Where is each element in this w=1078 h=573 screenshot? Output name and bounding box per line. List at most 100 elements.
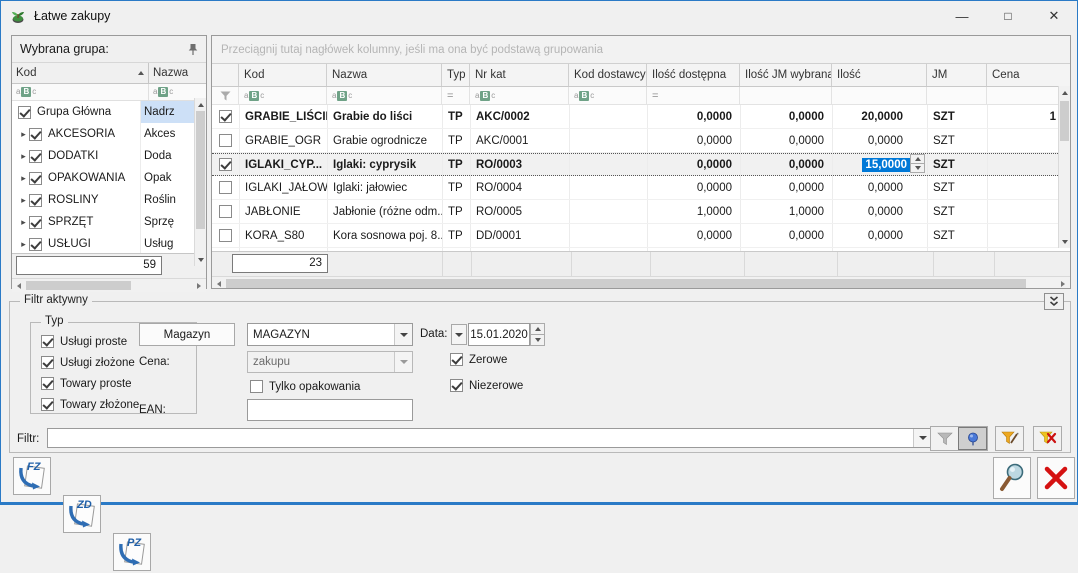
tree-row[interactable]: ▸OPAKOWANIAOpak: [12, 167, 206, 189]
table-row[interactable]: IGLAKI_CYP...Iglaki: cyprysikTPRO/00030,…: [212, 153, 1070, 176]
tree-checkbox[interactable]: [29, 150, 42, 163]
tree-row[interactable]: ▸DODATKIDoda: [12, 145, 206, 167]
row-select-cell[interactable]: [212, 200, 240, 223]
pin-filter-button[interactable]: [958, 427, 987, 450]
tree-checkbox[interactable]: [29, 194, 42, 207]
funnel-button[interactable]: [931, 427, 958, 450]
quantity-spinner[interactable]: [910, 154, 925, 173]
tree-row[interactable]: ▸AKCESORIAAkces: [12, 123, 206, 145]
date-dropdown-button[interactable]: [451, 324, 467, 345]
scroll-up-icon[interactable]: [195, 98, 206, 111]
row-checkbox[interactable]: [219, 205, 232, 218]
scroll-up-icon[interactable]: [1059, 86, 1070, 99]
clear-filter-button[interactable]: [1033, 426, 1062, 451]
column-header-dostawca[interactable]: Kod dostawcy: [569, 64, 647, 86]
scroll-left-icon[interactable]: [12, 279, 26, 292]
column-header-kod[interactable]: Kod: [12, 63, 149, 83]
spinner-up-icon[interactable]: [530, 323, 545, 335]
filter-cell-jm[interactable]: [927, 87, 987, 104]
tree-checkbox[interactable]: [29, 216, 42, 229]
checkbox-towary-zlozone[interactable]: Towary złożone: [41, 398, 139, 411]
cena-select[interactable]: zakupu: [247, 351, 413, 373]
grid-hscrollbar[interactable]: [212, 276, 1070, 289]
tree-row[interactable]: ▸SPRZĘTSprzę: [12, 211, 206, 233]
filter-cell-kod[interactable]: aBc: [239, 87, 327, 104]
scrollbar-thumb[interactable]: [26, 281, 131, 290]
checkbox-uslugi-zlozone[interactable]: Usługi złożone: [41, 356, 139, 369]
table-row[interactable]: GRABIE_OGRGrabie ogrodniczeTPAKC/00010,0…: [212, 129, 1070, 153]
tree-checkbox[interactable]: [29, 172, 42, 185]
checkbox[interactable]: [41, 356, 54, 369]
checkbox-towary-proste[interactable]: Towary proste: [41, 377, 139, 390]
column-header-dostepna[interactable]: Ilość dostępna: [647, 64, 740, 86]
collapse-filter-button[interactable]: [1044, 293, 1064, 310]
row-checkbox[interactable]: [219, 229, 232, 242]
checkbox[interactable]: [41, 335, 54, 348]
checkbox[interactable]: [41, 377, 54, 390]
row-checkbox[interactable]: [219, 158, 232, 171]
quantity-editor[interactable]: 15,0000: [862, 158, 910, 172]
close-action-button[interactable]: [1037, 457, 1075, 499]
spinner-down-icon[interactable]: [910, 164, 925, 173]
scroll-down-icon[interactable]: [1059, 235, 1070, 248]
table-row[interactable]: KORA_S80Kora sosnowa poj. 8...TPDD/00010…: [212, 224, 1070, 248]
expand-icon[interactable]: ▸: [18, 195, 29, 206]
pz-button[interactable]: PZ: [113, 533, 151, 571]
scrollbar-thumb[interactable]: [226, 279, 1026, 288]
filter-cell-dostepna[interactable]: =: [647, 87, 740, 104]
row-select-cell[interactable]: [212, 105, 240, 128]
tree-row[interactable]: ▸USŁUGIUsług: [12, 233, 206, 253]
filtr-input[interactable]: [47, 428, 932, 448]
scrollbar-thumb[interactable]: [196, 111, 205, 229]
filter-toggle-button[interactable]: [930, 426, 988, 451]
filter-cell-nrkat[interactable]: aBc: [470, 87, 569, 104]
column-header-nazwa[interactable]: Nazwa: [327, 64, 442, 86]
scroll-right-icon[interactable]: [192, 279, 206, 292]
filter-cell-nazwa[interactable]: aBc: [327, 87, 442, 104]
date-field[interactable]: 15.01.2020: [468, 323, 530, 346]
magazyn-select[interactable]: MAGAZYN: [247, 323, 413, 346]
column-header-kod[interactable]: Kod: [239, 64, 327, 86]
checkbox-niezerowe[interactable]: Niezerowe: [450, 379, 523, 392]
filter-cell-jmwybrana[interactable]: [740, 87, 832, 104]
expand-icon[interactable]: ▸: [18, 129, 29, 140]
ean-input[interactable]: [247, 399, 413, 421]
zd-button[interactable]: ZD: [63, 495, 101, 533]
scrollbar-thumb[interactable]: [1060, 101, 1069, 141]
row-select-cell[interactable]: [212, 154, 240, 175]
column-header-jmwybrana[interactable]: Ilość JM wybrana: [740, 64, 832, 86]
checkbox[interactable]: [450, 379, 463, 392]
tree-checkbox[interactable]: [29, 238, 42, 251]
date-spinner[interactable]: [530, 323, 545, 346]
magazyn-button[interactable]: Magazyn: [139, 323, 235, 346]
column-header-nazwa[interactable]: Nazwa: [149, 63, 206, 83]
table-row[interactable]: GRABIE_LIŚCIEGrabie do liściTPAKC/00020,…: [212, 105, 1070, 129]
pin-icon[interactable]: [188, 43, 198, 56]
spinner-up-icon[interactable]: [910, 154, 925, 164]
tree-checkbox[interactable]: [18, 106, 31, 119]
column-header-typ[interactable]: Typ: [442, 64, 470, 86]
checkbox[interactable]: [450, 353, 463, 366]
group-vscrollbar[interactable]: [194, 98, 206, 266]
row-checkbox[interactable]: [219, 181, 232, 194]
row-select-cell[interactable]: [212, 224, 240, 247]
expand-icon[interactable]: ▸: [18, 239, 29, 250]
close-button[interactable]: ✕: [1031, 1, 1077, 31]
maximize-button[interactable]: □: [985, 1, 1031, 31]
table-row[interactable]: JABŁONIEJabłonie (różne odm...TPRO/00051…: [212, 200, 1070, 224]
chevron-down-icon[interactable]: [913, 429, 931, 447]
spinner-down-icon[interactable]: [530, 335, 545, 346]
checkbox-uslugi-proste[interactable]: Usługi proste: [41, 335, 139, 348]
filter-funnel-cell[interactable]: [212, 87, 239, 104]
expand-icon[interactable]: ▸: [18, 151, 29, 162]
scroll-right-icon[interactable]: [1056, 277, 1070, 289]
column-header-jm[interactable]: JM: [927, 64, 987, 86]
fz-button[interactable]: FZ: [13, 457, 51, 495]
row-select-cell[interactable]: [212, 129, 240, 152]
chevron-down-icon[interactable]: [394, 324, 412, 345]
tree-checkbox[interactable]: [29, 128, 42, 141]
checkbox-tylko-opakowania[interactable]: Tylko opakowania: [250, 380, 360, 393]
filter-cell-ilosc[interactable]: [832, 87, 927, 104]
expand-icon[interactable]: ▸: [18, 173, 29, 184]
tree-row[interactable]: ▸ROŚLINYRoślin: [12, 189, 206, 211]
